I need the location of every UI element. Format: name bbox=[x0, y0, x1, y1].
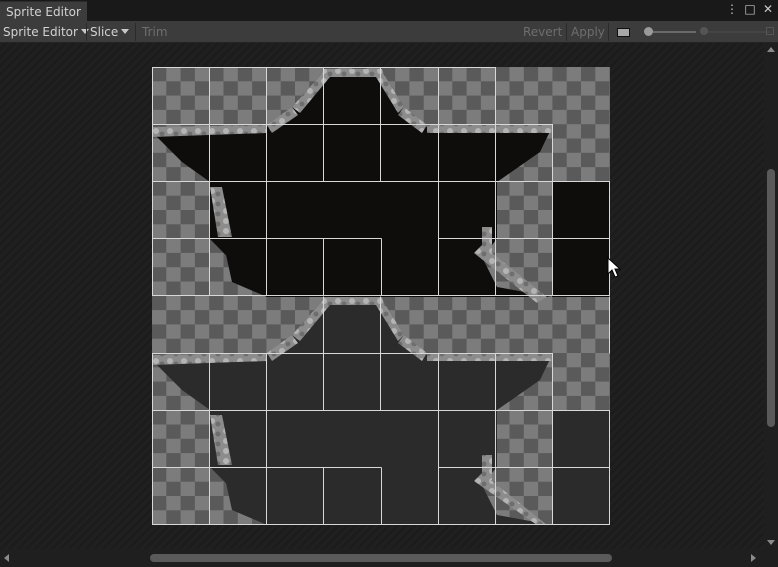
scroll-down-icon[interactable] bbox=[767, 540, 775, 545]
scroll-corner bbox=[764, 549, 778, 567]
toolbar-divider bbox=[135, 23, 136, 41]
zoom-slider-track bbox=[648, 31, 696, 33]
scroll-right-icon[interactable] bbox=[751, 554, 756, 562]
toolbar-divider bbox=[86, 23, 87, 41]
tab-sprite-editor[interactable]: Sprite Editor bbox=[0, 1, 87, 21]
toolbar: Sprite Editor Slice Trim Revert Apply bbox=[0, 21, 778, 43]
sprite-editor-dropdown[interactable]: Sprite Editor bbox=[3, 24, 89, 40]
sprite-texture-svg bbox=[152, 67, 610, 525]
vertical-scroll-thumb[interactable] bbox=[767, 169, 775, 427]
sprite-texture[interactable] bbox=[152, 67, 610, 525]
mip-slider-track bbox=[704, 31, 770, 33]
mip-max-icon bbox=[766, 27, 774, 35]
apply-button[interactable]: Apply bbox=[571, 24, 605, 40]
horizontal-scroll-thumb[interactable] bbox=[150, 554, 612, 562]
mip-slider-thumb[interactable] bbox=[700, 27, 708, 35]
chevron-down-icon bbox=[121, 29, 130, 34]
maximize-icon[interactable]: □ bbox=[744, 2, 756, 16]
close-icon[interactable]: ✕ bbox=[762, 2, 774, 16]
horizontal-scrollbar[interactable] bbox=[0, 549, 764, 567]
window-controls: ⋮ □ ✕ bbox=[726, 2, 774, 16]
mouse-cursor-icon bbox=[607, 257, 621, 278]
scroll-up-icon[interactable] bbox=[767, 47, 775, 52]
toolbar-divider bbox=[608, 23, 609, 41]
color-channel-toggle[interactable] bbox=[612, 24, 634, 40]
sprite-canvas-viewport[interactable] bbox=[0, 43, 764, 549]
more-vert-icon[interactable]: ⋮ bbox=[726, 2, 738, 16]
rgb-swatch-icon bbox=[617, 28, 630, 37]
trim-button[interactable]: Trim bbox=[142, 24, 168, 40]
sprite-editor-dropdown-label: Sprite Editor bbox=[3, 25, 78, 39]
mip-level-slider[interactable] bbox=[700, 25, 774, 39]
zoom-slider-thumb[interactable] bbox=[644, 27, 653, 36]
chevron-down-icon bbox=[80, 29, 89, 34]
slice-dropdown-label: Slice bbox=[90, 25, 119, 39]
title-bar: Sprite Editor ⋮ □ ✕ bbox=[0, 0, 778, 21]
vertical-scrollbar[interactable] bbox=[764, 43, 778, 549]
scroll-left-icon[interactable] bbox=[4, 554, 9, 562]
revert-button[interactable]: Revert bbox=[523, 24, 562, 40]
slice-dropdown[interactable]: Slice bbox=[90, 24, 130, 40]
zoom-slider[interactable] bbox=[644, 25, 696, 39]
toolbar-divider bbox=[566, 23, 567, 41]
